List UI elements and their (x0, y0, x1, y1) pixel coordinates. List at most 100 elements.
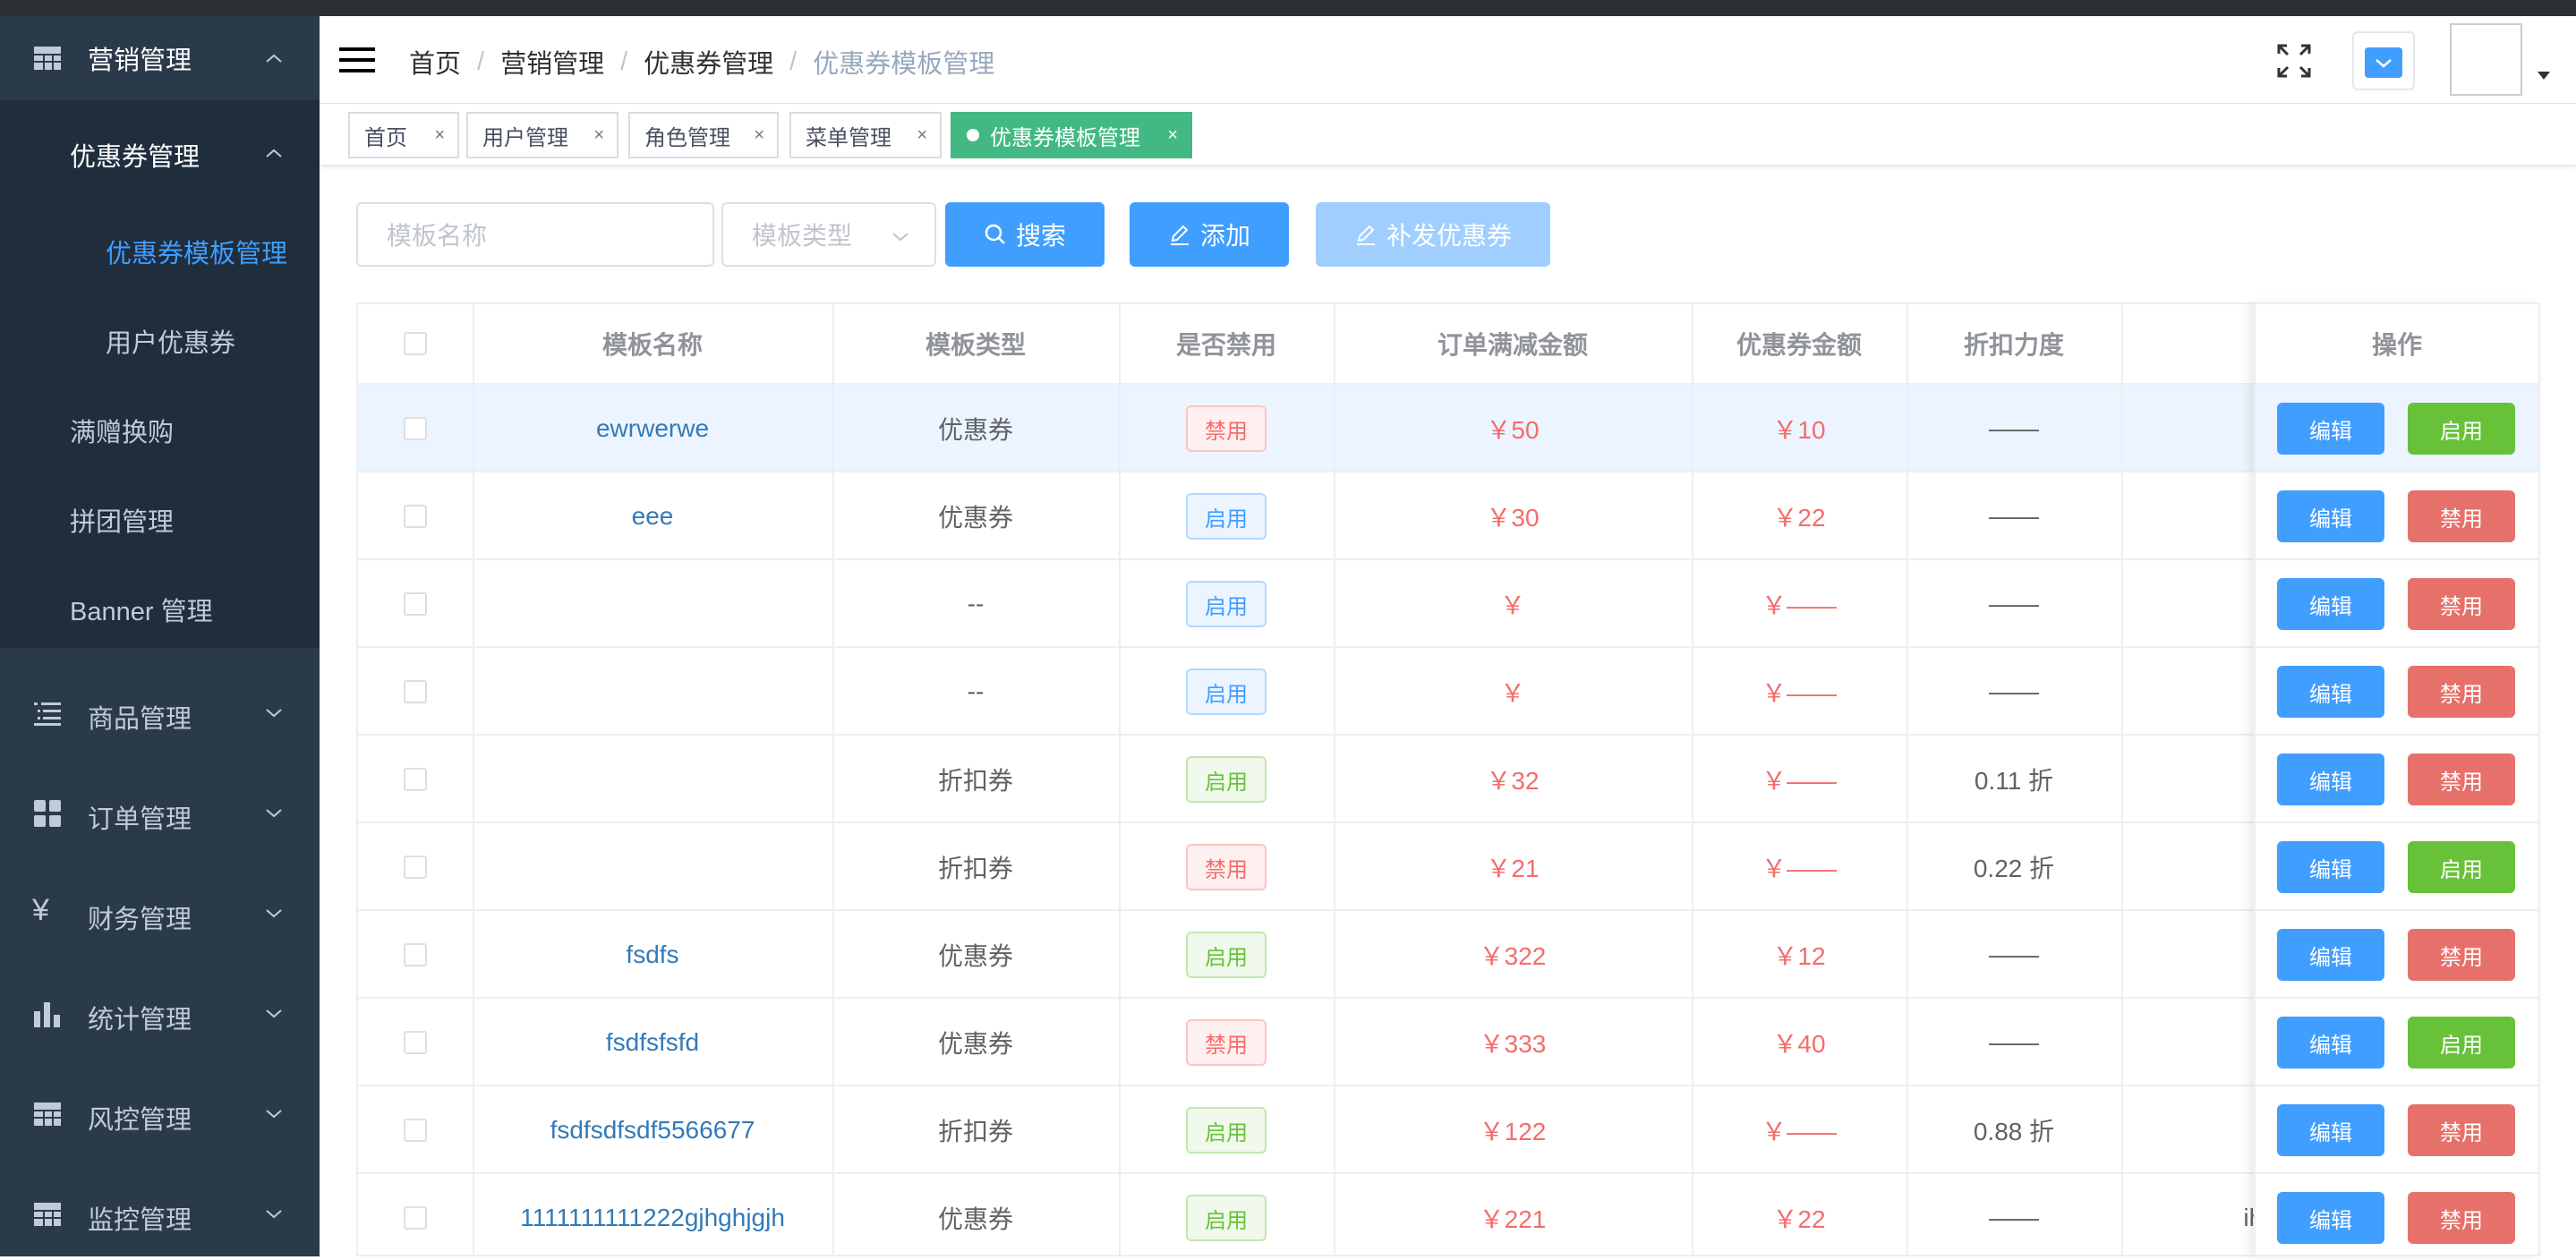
status-cell: 启用 (1119, 911, 1334, 999)
toggle-status-button[interactable]: 启用 (2408, 841, 2515, 893)
sidebar-item-label: 订单管理 (88, 805, 192, 834)
sidebar-item-goods[interactable]: 商品管理 (0, 664, 320, 762)
row-checkbox[interactable] (404, 592, 427, 616)
operations-row: 编辑 禁用 (2256, 558, 2538, 646)
template-name[interactable]: 1111111111222gjhghjgjh (473, 1174, 832, 1255)
add-button[interactable]: 添加 (1130, 202, 1289, 267)
edit-button[interactable]: 编辑 (2277, 1192, 2384, 1244)
toggle-status-button[interactable]: 禁用 (2408, 753, 2515, 805)
sidebar-item-coupon-template[interactable]: 优惠券模板管理 (0, 206, 320, 292)
tag-home[interactable]: 首页 × (348, 112, 459, 158)
chevron-down-icon (2365, 47, 2402, 78)
column-header: 操作 (2371, 331, 2422, 359)
size-dropdown-button[interactable] (2352, 31, 2415, 90)
row-checkbox[interactable] (404, 1031, 427, 1054)
sidebar-item-statistics[interactable]: 统计管理 (0, 965, 320, 1063)
sidebar-item-banner[interactable]: Banner 管理 (0, 564, 320, 650)
edit-button[interactable]: 编辑 (2277, 1104, 2384, 1156)
row-checkbox[interactable] (404, 505, 427, 528)
sidebar-item-group-buy[interactable]: 拼团管理 (0, 474, 320, 560)
status-badge: 启用 (1186, 756, 1267, 803)
edit-button[interactable]: 编辑 (2277, 1017, 2384, 1068)
fullscreen-icon[interactable] (2276, 43, 2312, 79)
status-cell: 启用 (1119, 1086, 1334, 1174)
sidebar-item-user-coupon[interactable]: 用户优惠券 (0, 295, 320, 381)
row-checkbox[interactable] (404, 1206, 427, 1230)
template-name[interactable]: fsdfs (473, 911, 832, 999)
select-all-checkbox[interactable] (404, 332, 427, 355)
toggle-status-button[interactable]: 禁用 (2408, 490, 2515, 542)
toggle-status-button[interactable]: 禁用 (2408, 1192, 2515, 1244)
avatar[interactable] (2450, 23, 2522, 96)
search-button-label: 搜索 (1015, 222, 1066, 250)
column-header: 优惠券金额 (1736, 331, 1862, 359)
toggle-status-button[interactable]: 禁用 (2408, 666, 2515, 718)
edit-button[interactable]: 编辑 (2277, 666, 2384, 718)
tag-role-management[interactable]: 角色管理 × (628, 112, 779, 158)
template-name[interactable] (473, 560, 832, 648)
toggle-status-button[interactable]: 禁用 (2408, 929, 2515, 981)
hamburger-icon[interactable] (339, 46, 375, 74)
edit-button[interactable]: 编辑 (2277, 490, 2384, 542)
order-amount: ￥ (1499, 679, 1525, 707)
order-amount: ￥50 (1486, 416, 1540, 444)
edit-button[interactable]: 编辑 (2277, 841, 2384, 893)
edit-button[interactable]: 编辑 (2277, 929, 2384, 981)
toggle-status-button[interactable]: 启用 (2408, 1017, 2515, 1068)
search-button[interactable]: 搜索 (945, 202, 1105, 267)
column-divider (2121, 304, 2123, 1255)
sidebar-item-label: 优惠券模板管理 (106, 240, 288, 268)
breadcrumb-current: 优惠券模板管理 (813, 50, 995, 79)
row-checkbox[interactable] (404, 680, 427, 703)
template-name[interactable] (473, 823, 832, 911)
tag-user-management[interactable]: 用户管理 × (466, 112, 618, 158)
edit-button[interactable]: 编辑 (2277, 753, 2384, 805)
chevron-down-icon (266, 909, 282, 918)
sidebar-item-finance[interactable]: ¥ 财务管理 (0, 864, 320, 963)
breadcrumb-item[interactable]: 营销管理 (500, 43, 604, 81)
close-icon[interactable]: × (754, 125, 764, 146)
row-checkbox[interactable] (404, 1119, 427, 1142)
sidebar-item-marketing[interactable]: 营销管理 (0, 16, 320, 100)
row-checkbox-cell (358, 823, 473, 911)
tag-menu-management[interactable]: 菜单管理 × (789, 112, 942, 158)
sidebar-item-risk[interactable]: 风控管理 (0, 1065, 320, 1163)
operations-row: 编辑 禁用 (2256, 1172, 2538, 1260)
close-icon[interactable]: × (917, 125, 927, 146)
breadcrumb-item[interactable]: 优惠券管理 (644, 43, 773, 81)
sidebar-item-coupon-management[interactable]: 优惠券管理 (0, 111, 320, 195)
template-name[interactable]: fsdfsdfsdf5566677 (473, 1086, 832, 1174)
status-cell: 启用 (1119, 648, 1334, 736)
template-type: 折扣券 (937, 855, 1013, 882)
close-icon[interactable]: × (593, 125, 604, 146)
row-checkbox[interactable] (404, 768, 427, 791)
sidebar-item-label: 优惠券管理 (70, 143, 200, 172)
row-checkbox[interactable] (404, 856, 427, 879)
template-name[interactable]: ewrwerwe (473, 385, 832, 472)
tag-coupon-template[interactable]: 优惠券模板管理 × (951, 112, 1192, 158)
edit-button[interactable]: 编辑 (2277, 578, 2384, 630)
reissue-coupon-button[interactable]: 补发优惠券 (1316, 202, 1550, 267)
order-amount: ￥30 (1486, 504, 1540, 532)
template-type-select[interactable]: 模板类型 (721, 202, 936, 267)
toggle-status-button[interactable]: 禁用 (2408, 578, 2515, 630)
sidebar-item-orders[interactable]: 订单管理 (0, 764, 320, 863)
caret-down-icon[interactable] (2538, 72, 2550, 80)
toggle-status-button[interactable]: 启用 (2408, 403, 2515, 455)
breadcrumb-item[interactable]: 首页 (409, 43, 461, 81)
row-checkbox[interactable] (404, 943, 427, 966)
table-icon (34, 1102, 61, 1126)
close-icon[interactable]: × (1167, 125, 1178, 146)
template-name[interactable]: fsdfsfsfd (473, 999, 832, 1086)
template-name[interactable] (473, 736, 832, 823)
template-name[interactable] (473, 648, 832, 736)
row-checkbox[interactable] (404, 417, 427, 440)
template-name-input[interactable]: 模板名称 (356, 202, 714, 267)
template-name[interactable]: eee (473, 472, 832, 560)
sidebar-item-monitor[interactable]: 监控管理 (0, 1165, 320, 1256)
close-icon[interactable]: × (434, 125, 445, 146)
toggle-status-button[interactable]: 禁用 (2408, 1104, 2515, 1156)
sidebar-item-gift[interactable]: 满赠换购 (0, 385, 320, 471)
edit-button[interactable]: 编辑 (2277, 403, 2384, 455)
operations-row: 编辑 启用 (2256, 383, 2538, 471)
